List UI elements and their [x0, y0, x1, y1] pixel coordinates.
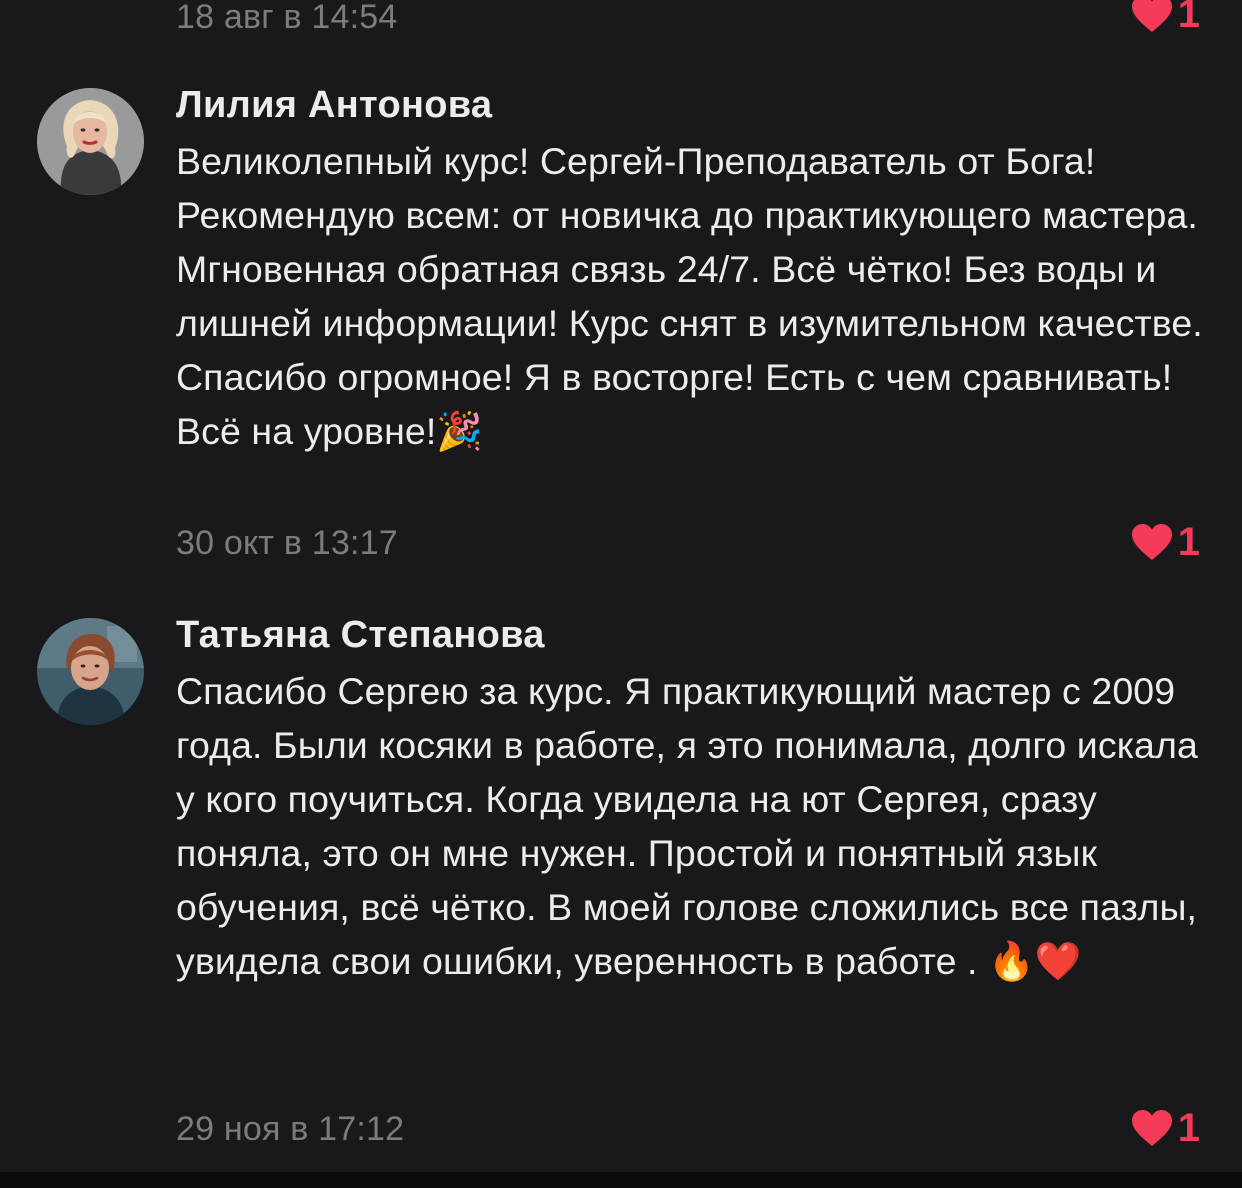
comment-timestamp: 18 авг в 14:54 [176, 0, 398, 36]
comment-timestamp: 30 окт в 13:17 [176, 524, 398, 562]
comment-author[interactable]: Татьяна Степанова [176, 614, 545, 657]
bottom-edge [0, 1172, 1242, 1188]
like-count: 1 [1177, 520, 1200, 564]
like-button[interactable]: 1 [1130, 0, 1200, 34]
avatar[interactable] [37, 618, 144, 725]
heart-icon [1130, 0, 1174, 34]
heart-icon [1130, 522, 1174, 562]
like-count: 1 [1177, 1106, 1200, 1150]
comment-item: Лилия Антонова Великолепный курс! Сергей… [0, 84, 1242, 564]
comment-text: Спасибо Сергею за курс. Я практикующий м… [176, 670, 1198, 982]
like-button[interactable]: 1 [1130, 1108, 1200, 1148]
avatar[interactable] [37, 88, 144, 195]
like-count: 1 [1177, 0, 1200, 36]
like-button[interactable]: 1 [1130, 522, 1200, 562]
heart-icon [1130, 1108, 1174, 1148]
previous-comment-footer: 18 авг в 14:54 1 [0, 0, 1242, 38]
comment-timestamp: 29 ноя в 17:12 [176, 1110, 405, 1148]
comment-text: Великолепный курс! Сергей-Преподаватель … [176, 140, 1203, 452]
comment-item: Татьяна Степанова Спасибо Сергею за курс… [0, 614, 1242, 1154]
comment-author[interactable]: Лилия Антонова [176, 84, 492, 127]
